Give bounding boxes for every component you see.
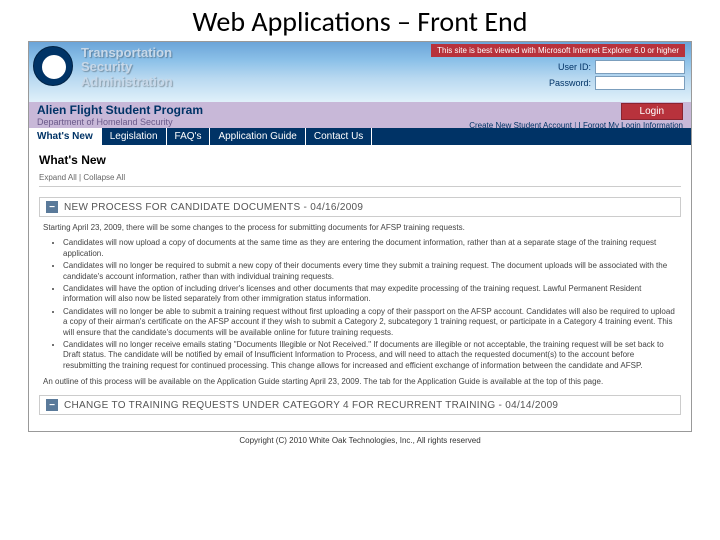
article-1-intro: Starting April 23, 2009, there will be s… [43, 223, 677, 233]
minus-icon: − [46, 201, 58, 213]
article-1-bullet: Candidates will now upload a copy of doc… [63, 238, 677, 259]
program-title: Alien Flight Student Program [37, 103, 203, 117]
userid-label: User ID: [558, 62, 591, 72]
article-1-header[interactable]: − NEW PROCESS FOR CANDIDATE DOCUMENTS - … [39, 197, 681, 217]
agency-line-3: Administration [81, 75, 173, 89]
expand-collapse-controls: Expand All | Collapse All [39, 173, 681, 187]
article-1-bullet: Candidates will no longer receive emails… [63, 340, 677, 371]
password-label: Password: [549, 78, 591, 88]
content-area: What's New Expand All | Collapse All − N… [29, 145, 691, 431]
slide-title: Web Applications – Front End [0, 0, 720, 41]
collapse-all-link[interactable]: Collapse All [83, 173, 125, 182]
header-banner: Transportation Security Administration T… [29, 42, 691, 102]
expand-all-link[interactable]: Expand All [39, 173, 77, 182]
article-1-bullet: Candidates will no longer be able to sub… [63, 307, 677, 338]
copyright-footer: Copyright (C) 2010 White Oak Technologie… [0, 436, 720, 445]
article-1-bullet: Candidates will have the option of inclu… [63, 284, 677, 305]
login-form: User ID: Password: [549, 60, 685, 92]
program-bar: Alien Flight Student Program Department … [29, 102, 691, 128]
article-2-header[interactable]: − CHANGE TO TRAINING REQUESTS UNDER CATE… [39, 395, 681, 415]
section-title: What's New [39, 153, 681, 167]
article-1-bullet: Candidates will no longer be required to… [63, 261, 677, 282]
article-1-title: NEW PROCESS FOR CANDIDATE DOCUMENTS - 04… [64, 202, 363, 213]
article-1-body: Starting April 23, 2009, there will be s… [39, 223, 681, 387]
nav-whats-new[interactable]: What's New [29, 128, 102, 145]
nav-legislation[interactable]: Legislation [102, 128, 167, 145]
browser-compatibility-note: This site is best viewed with Microsoft … [431, 44, 685, 57]
agency-name: Transportation Security Administration [77, 42, 173, 102]
article-2: − CHANGE TO TRAINING REQUESTS UNDER CATE… [39, 395, 681, 415]
agency-line-1: Transportation [81, 46, 173, 60]
nav-application-guide[interactable]: Application Guide [210, 128, 305, 145]
forgot-login-link[interactable]: I Forgot My Login Information [579, 121, 684, 130]
app-frame: Transportation Security Administration T… [28, 41, 692, 432]
article-1-outro: An outline of this process will be avail… [43, 377, 677, 387]
login-button[interactable]: Login [621, 103, 683, 120]
nav-bar: What's New Legislation FAQ's Application… [29, 128, 691, 145]
article-2-title: CHANGE TO TRAINING REQUESTS UNDER CATEGO… [64, 400, 558, 411]
nav-contact-us[interactable]: Contact Us [306, 128, 372, 145]
article-1: − NEW PROCESS FOR CANDIDATE DOCUMENTS - … [39, 197, 681, 387]
create-account-link[interactable]: Create New Student Account [469, 121, 572, 130]
agency-line-2: Security [81, 60, 173, 74]
minus-icon: − [46, 399, 58, 411]
nav-faqs[interactable]: FAQ's [167, 128, 211, 145]
userid-input[interactable] [595, 60, 685, 74]
dhs-seal-icon [33, 46, 73, 86]
password-input[interactable] [595, 76, 685, 90]
department-title: Department of Homeland Security [37, 117, 203, 127]
